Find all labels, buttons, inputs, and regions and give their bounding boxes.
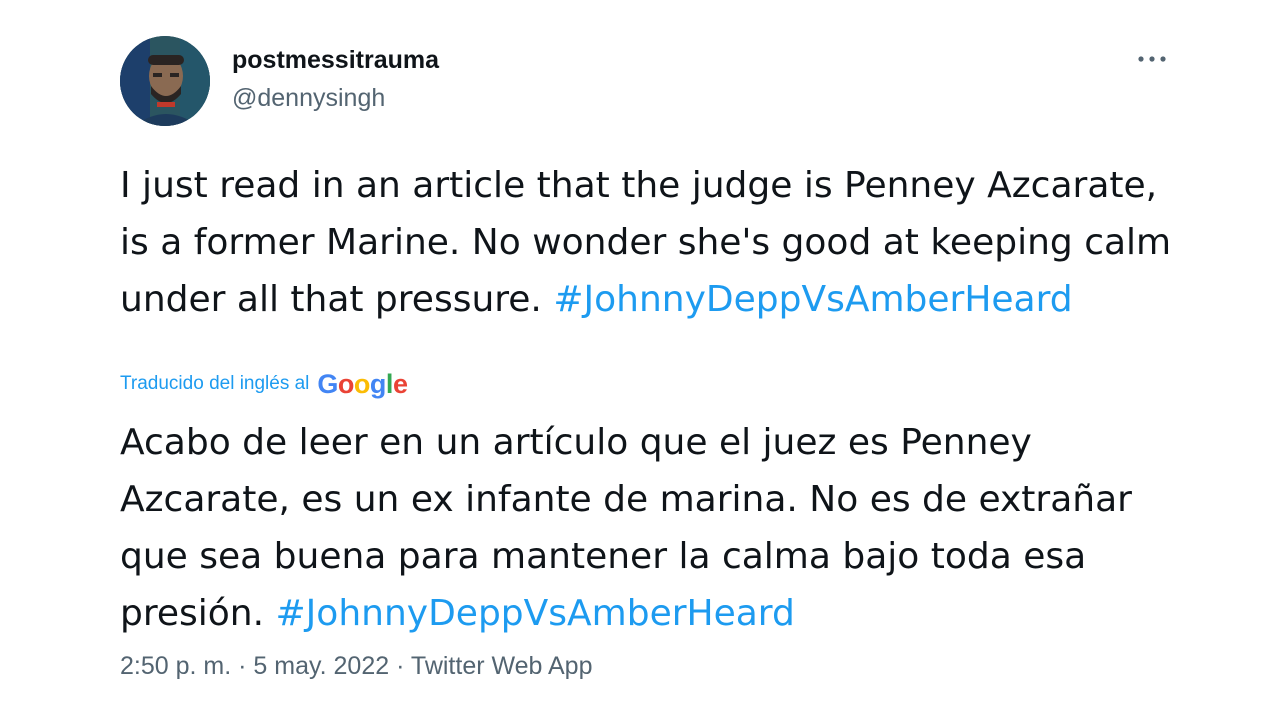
translated-label: Traducido del inglés al <box>120 372 310 394</box>
tweet-text: I just read in an article that the judge… <box>120 157 1180 328</box>
more-horizontal-icon <box>1138 56 1166 62</box>
user-avatar-icon <box>120 36 210 126</box>
more-options-button[interactable] <box>1134 44 1170 74</box>
tweet-source[interactable]: Twitter Web App <box>411 652 593 680</box>
author-display-name[interactable]: postmessitrauma <box>232 46 439 75</box>
avatar[interactable] <box>120 36 210 126</box>
translated-tweet-text: Acabo de leer en un artículo que el juez… <box>120 414 1180 642</box>
tweet-date[interactable]: 5 may. 2022 <box>253 652 389 680</box>
author-handle[interactable]: @dennysingh <box>232 84 385 113</box>
tweet-time[interactable]: 2:50 p. m. <box>120 652 231 680</box>
tweet-metadata: 2:50 p. m. · 5 may. 2022 · Twitter Web A… <box>120 652 593 681</box>
meta-separator: · <box>396 652 405 680</box>
translated-hashtag-link[interactable]: #JohnnyDeppVsAmberHeard <box>276 593 795 634</box>
translation-attribution: Traducido del inglés al Google <box>120 369 408 399</box>
google-logo: Google <box>317 369 408 399</box>
hashtag-link[interactable]: #JohnnyDeppVsAmberHeard <box>553 279 1072 320</box>
tweet-card: postmessitrauma @dennysingh I just read … <box>0 0 1280 720</box>
meta-separator: · <box>238 652 247 680</box>
